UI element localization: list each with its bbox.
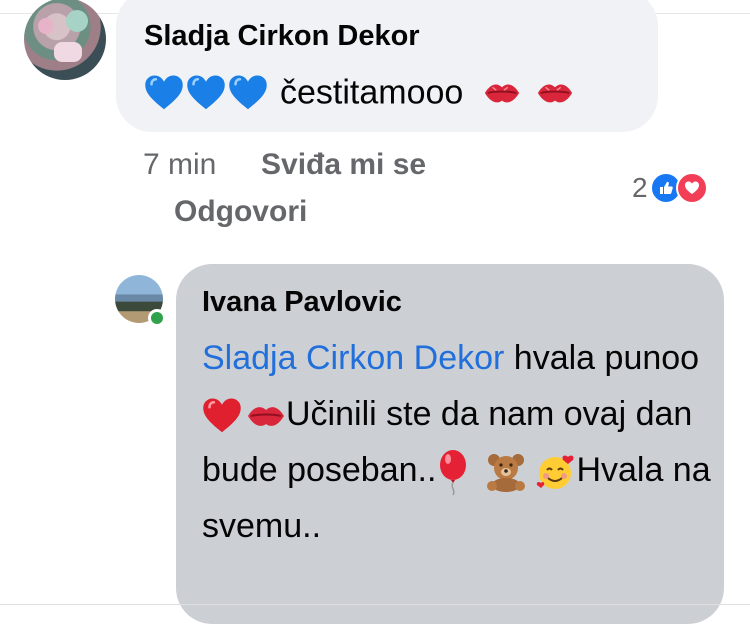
love-reaction-icon bbox=[675, 172, 708, 204]
kiss-mark-icon bbox=[248, 407, 284, 426]
kiss-mark-icon bbox=[484, 84, 519, 103]
mention-link[interactable]: Sladja Cirkon Dekor bbox=[202, 339, 504, 377]
teddy-bear-icon bbox=[487, 454, 526, 493]
blue-heart-icon bbox=[145, 75, 183, 110]
online-status-indicator bbox=[148, 309, 166, 327]
avatar-decoration bbox=[66, 10, 88, 32]
red-heart-icon bbox=[203, 398, 241, 433]
blue-heart-icon bbox=[187, 75, 225, 110]
comment-timestamp[interactable]: 7 min bbox=[143, 148, 216, 182]
comment-text-body: čestitamooo bbox=[280, 73, 464, 112]
kiss-mark-icon bbox=[538, 84, 573, 103]
reaction-summary[interactable]: 2 bbox=[632, 172, 708, 204]
comment-text: čestitamooo bbox=[144, 72, 574, 113]
reply-text: Sladja Cirkon Dekor hvala punoo Učinili … bbox=[202, 330, 712, 554]
comment-author[interactable]: Sladja Cirkon Dekor bbox=[144, 20, 420, 53]
reaction-count: 2 bbox=[632, 172, 648, 203]
balloon-icon bbox=[440, 450, 467, 496]
smiling-face-with-hearts-icon bbox=[537, 455, 574, 490]
bottom-divider bbox=[0, 604, 750, 605]
like-button[interactable]: Sviđa mi se bbox=[261, 148, 426, 182]
reply-button[interactable]: Odgovori bbox=[174, 195, 307, 229]
avatar[interactable] bbox=[24, 0, 106, 80]
reply-author[interactable]: Ivana Pavlovic bbox=[202, 286, 402, 319]
avatar-decoration bbox=[54, 42, 82, 62]
blue-heart-icon bbox=[229, 75, 267, 110]
reply-text-part: hvala punoo bbox=[504, 339, 700, 377]
emoji-group bbox=[144, 73, 268, 113]
avatar-decoration bbox=[38, 18, 54, 34]
